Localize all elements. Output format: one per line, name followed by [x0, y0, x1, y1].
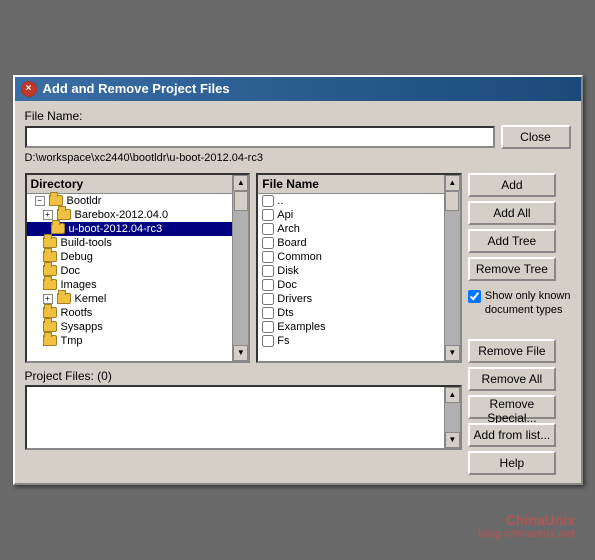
expand-icon[interactable]: − — [35, 196, 45, 206]
close-window-button[interactable]: × — [21, 81, 37, 97]
scroll-up-btn[interactable]: ▲ — [233, 175, 248, 191]
add-button[interactable]: Add — [468, 173, 556, 197]
folder-icon-doc — [43, 265, 57, 276]
scroll-thumb[interactable] — [234, 191, 248, 211]
file-item-api[interactable]: Api — [258, 208, 444, 222]
folder-icon-rootfs — [43, 307, 57, 318]
pf-scroll-down[interactable]: ▼ — [445, 432, 460, 448]
folder-icon-sysapps — [43, 321, 57, 332]
tree-item-uboot[interactable]: u-boot-2012.04-rc3 — [27, 222, 233, 236]
folder-icon-debug — [43, 251, 57, 262]
folder-icon-bootldr — [49, 195, 63, 206]
remove-tree-button[interactable]: Remove Tree — [468, 257, 556, 281]
file-item-dotdot[interactable]: .. — [258, 194, 444, 208]
filename-panel-header: File Name — [258, 175, 444, 194]
project-files-list — [27, 387, 438, 448]
filename-scroll-up[interactable]: ▲ — [445, 175, 460, 191]
help-button[interactable]: Help — [468, 451, 556, 475]
scroll-track — [233, 191, 248, 345]
file-item-drivers[interactable]: Drivers — [258, 292, 444, 306]
folder-icon-buildtools — [43, 237, 57, 248]
pf-scroll-up[interactable]: ▲ — [445, 387, 460, 403]
file-item-doc[interactable]: Doc — [258, 278, 444, 292]
show-only-known-checkbox[interactable] — [468, 290, 481, 303]
title-bar: × Add and Remove Project Files — [15, 77, 581, 101]
expand-icon-barebox[interactable]: + — [43, 210, 53, 220]
folder-icon-kernel — [57, 293, 71, 304]
file-name-row: File Name: Close D:\workspace\xc2440\boo… — [25, 109, 571, 167]
filename-scrollbar[interactable]: ▲ ▼ — [444, 175, 460, 361]
project-files-area[interactable]: ▲ ▼ — [25, 385, 462, 450]
folder-icon-barebox — [57, 209, 71, 220]
filename-scroll-thumb[interactable] — [445, 191, 459, 211]
file-item-disk[interactable]: Disk — [258, 264, 444, 278]
watermark-line2: blog.chinaunix.net — [478, 528, 575, 540]
tree-item-rootfs[interactable]: Rootfs — [27, 306, 233, 320]
watermark-line1: ChinaUnix — [478, 512, 575, 528]
remove-file-button[interactable]: Remove File — [468, 339, 556, 363]
folder-icon-tmp — [43, 335, 57, 346]
file-item-common[interactable]: Common — [258, 250, 444, 264]
directory-panel[interactable]: Directory − Bootldr + — [25, 173, 251, 363]
left-panels: Directory − Bootldr + — [25, 173, 462, 456]
file-item-examples[interactable]: Examples — [258, 320, 444, 334]
tree-item-doc[interactable]: Doc — [27, 264, 233, 278]
file-item-dts[interactable]: Dts — [258, 306, 444, 320]
main-window: × Add and Remove Project Files File Name… — [13, 75, 583, 486]
file-name-label: File Name: — [25, 109, 571, 123]
file-item-board[interactable]: Board — [258, 236, 444, 250]
file-item-arch[interactable]: Arch — [258, 222, 444, 236]
remove-all-button[interactable]: Remove All — [468, 367, 556, 391]
project-files-scrollbar[interactable]: ▲ ▼ — [444, 387, 460, 448]
window-title: Add and Remove Project Files — [43, 81, 230, 96]
tree-item-kernel[interactable]: + Kernel — [27, 292, 233, 306]
tree-item-debug[interactable]: Debug — [27, 250, 233, 264]
add-tree-button[interactable]: Add Tree — [468, 229, 556, 253]
remove-special-button[interactable]: Remove Special... — [468, 395, 556, 419]
filename-scroll-track — [445, 191, 460, 345]
file-name-input[interactable] — [25, 126, 495, 148]
show-only-known-row: Show only knowndocument types — [468, 289, 571, 318]
directory-scrollbar[interactable]: ▲ ▼ — [232, 175, 248, 361]
panels-row: Directory − Bootldr + — [25, 173, 462, 363]
project-files-header: Project Files: (0) — [25, 369, 462, 383]
tree-item-buildtools[interactable]: Build-tools — [27, 236, 233, 250]
right-buttons: Add Add All Add Tree Remove Tree Show on… — [468, 173, 571, 476]
filename-panel[interactable]: File Name .. Api Arch Board Common Disk … — [256, 173, 462, 363]
scroll-down-btn[interactable]: ▼ — [233, 345, 248, 361]
main-area: Directory − Bootldr + — [25, 173, 571, 476]
file-name-section: File Name: Close D:\workspace\xc2440\boo… — [25, 109, 571, 167]
pf-scroll-track — [445, 403, 460, 432]
close-button[interactable]: Close — [501, 125, 571, 149]
folder-icon-uboot — [51, 223, 65, 234]
tree-item-tmp[interactable]: Tmp — [27, 334, 233, 348]
add-from-list-button[interactable]: Add from list... — [468, 423, 556, 447]
file-item-fs[interactable]: Fs — [258, 334, 444, 348]
filename-scroll-down[interactable]: ▼ — [445, 345, 460, 361]
show-only-known-label: Show only knowndocument types — [485, 289, 571, 318]
directory-panel-header: Directory — [27, 175, 233, 194]
expand-icon-kernel[interactable]: + — [43, 294, 53, 304]
tree-item-sysapps[interactable]: Sysapps — [27, 320, 233, 334]
watermark: ChinaUnix blog.chinaunix.net — [478, 512, 575, 540]
add-all-button[interactable]: Add All — [468, 201, 556, 225]
current-path: D:\workspace\xc2440\bootldr\u-boot-2012.… — [25, 152, 571, 164]
folder-icon-images — [43, 279, 57, 290]
project-files-section: Project Files: (0) ▲ ▼ — [25, 369, 462, 450]
